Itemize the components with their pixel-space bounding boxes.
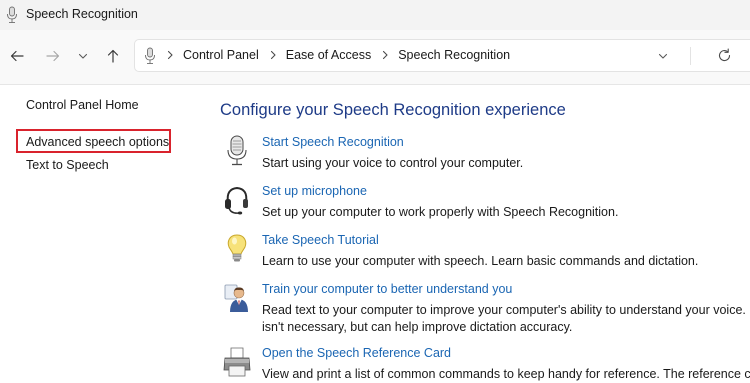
address-tools (635, 40, 750, 71)
recent-locations-button[interactable] (73, 46, 93, 66)
lightbulb-icon (227, 234, 247, 262)
train-your-computer-link[interactable]: Train your computer to better understand… (262, 282, 512, 296)
start-speech-recognition-link[interactable]: Start Speech Recognition (262, 135, 404, 149)
up-button[interactable] (103, 46, 123, 66)
arrow-right-icon (46, 50, 60, 62)
headset-icon (225, 186, 248, 215)
task-description-line: Read text to your computer to improve yo… (262, 303, 750, 317)
navigation-bar: Control Panel Ease of Access Speech Reco… (0, 30, 750, 85)
microphone-app-icon (7, 6, 17, 23)
address-bar[interactable]: Control Panel Ease of Access Speech Reco… (134, 39, 750, 72)
task-description: Read text to your computer to improve yo… (262, 302, 750, 336)
back-button[interactable] (7, 46, 27, 66)
microphone-icon (145, 47, 155, 64)
address-dropdown-chevron-icon[interactable] (657, 50, 669, 62)
breadcrumb-ease-of-access[interactable]: Ease of Access (286, 48, 371, 62)
microphone-icon (227, 135, 247, 166)
user-training-icon (224, 284, 248, 312)
open-speech-reference-card-link[interactable]: Open the Speech Reference Card (262, 346, 451, 360)
take-speech-tutorial-link[interactable]: Take Speech Tutorial (262, 233, 379, 247)
forward-button[interactable] (43, 46, 63, 66)
task-description: View and print a list of common commands… (262, 367, 750, 381)
task-description: Learn to use your computer with speech. … (262, 254, 699, 268)
printer-icon (223, 347, 251, 377)
sidebar-item-advanced-speech-options[interactable]: Advanced speech options (26, 135, 169, 149)
sidebar-item-control-panel-home[interactable]: Control Panel Home (26, 98, 139, 112)
chevron-right-icon[interactable] (268, 50, 278, 60)
title-bar: Speech Recognition (0, 0, 750, 30)
sidebar: Control Panel Home Advanced speech optio… (0, 84, 200, 370)
divider (690, 47, 691, 65)
breadcrumb: Control Panel Ease of Access Speech Reco… (165, 48, 510, 62)
chevron-down-icon (78, 53, 88, 59)
task-description: Set up your computer to work properly wi… (262, 205, 619, 219)
sidebar-item-text-to-speech[interactable]: Text to Speech (26, 158, 109, 172)
refresh-icon[interactable] (717, 48, 732, 63)
set-up-microphone-link[interactable]: Set up microphone (262, 184, 367, 198)
chevron-right-icon[interactable] (165, 50, 175, 60)
breadcrumb-speech-recognition[interactable]: Speech Recognition (398, 48, 510, 62)
task-description: Start using your voice to control your c… (262, 156, 524, 170)
page-title: Configure your Speech Recognition experi… (220, 101, 566, 119)
arrow-left-icon (10, 50, 24, 62)
task-description-line: isn't necessary, but can help improve di… (262, 320, 573, 334)
arrow-up-icon (107, 49, 119, 63)
main-content: Configure your Speech Recognition experi… (220, 84, 750, 381)
chevron-right-icon[interactable] (380, 50, 390, 60)
window-title: Speech Recognition (26, 7, 138, 21)
breadcrumb-control-panel[interactable]: Control Panel (183, 48, 259, 62)
